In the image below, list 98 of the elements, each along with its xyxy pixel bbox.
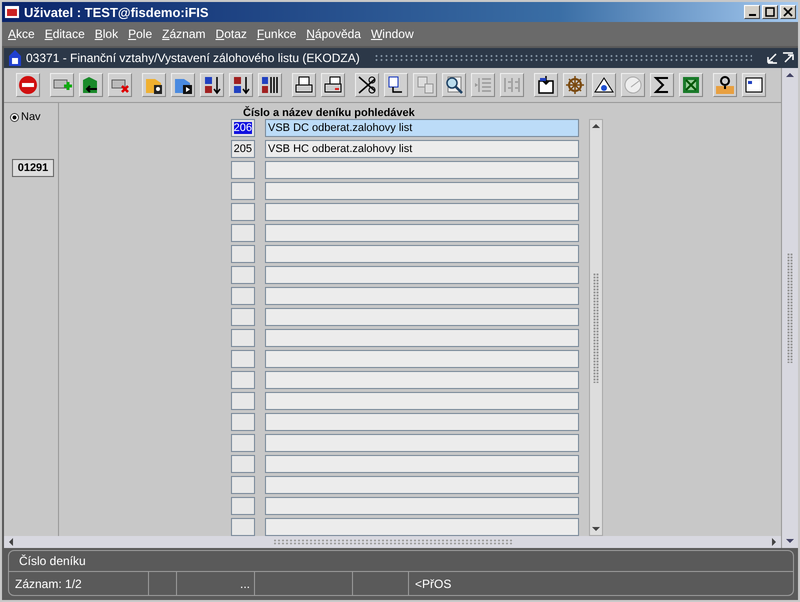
scroll-down-icon[interactable] — [786, 538, 794, 544]
minimize-form-icon[interactable] — [766, 52, 778, 64]
sort-descending-icon[interactable] — [229, 73, 253, 97]
menu-item[interactable]: Blok — [94, 27, 118, 41]
search-icon[interactable] — [442, 73, 466, 97]
help-icon[interactable] — [713, 73, 737, 97]
status-ellipsis: ... — [240, 576, 250, 590]
scroll-right-icon[interactable] — [771, 538, 777, 546]
number-field[interactable] — [231, 455, 255, 473]
number-field[interactable] — [231, 350, 255, 368]
number-field[interactable] — [231, 518, 255, 536]
scissors-icon[interactable] — [355, 73, 379, 97]
run-folder-icon[interactable] — [171, 73, 195, 97]
name-field[interactable] — [265, 329, 579, 347]
number-field[interactable] — [231, 224, 255, 242]
menu-item[interactable]: Funkce — [256, 27, 296, 41]
name-field[interactable] — [265, 518, 579, 536]
name-field[interactable]: VSB HC odberat.zalohovy list — [265, 140, 579, 158]
menu-item[interactable]: Editace — [44, 27, 85, 41]
sort-ascending-icon[interactable] — [200, 73, 224, 97]
name-field[interactable] — [265, 434, 579, 452]
maximize-form-icon[interactable] — [782, 52, 794, 64]
name-field[interactable] — [265, 371, 579, 389]
sort-icon[interactable] — [258, 73, 282, 97]
name-field[interactable] — [265, 245, 579, 263]
minimize-button[interactable] — [744, 5, 760, 19]
name-field[interactable] — [265, 455, 579, 473]
number-field[interactable] — [231, 266, 255, 284]
mode-indicator: <PřOS — [414, 576, 452, 592]
horizontal-scrollbar[interactable] — [4, 536, 781, 548]
maximize-icon — [765, 7, 775, 17]
number-field[interactable] — [231, 203, 255, 221]
query-folder-icon[interactable] — [142, 73, 166, 97]
status-hint: Číslo deníku — [19, 554, 86, 568]
menu-item[interactable]: Akce — [8, 27, 35, 41]
name-field[interactable]: VSB DC odberat.zalohovy list — [265, 119, 579, 137]
menu-item[interactable]: Záznam — [162, 27, 206, 41]
form-title: 03371 - Finanční vztahy/Vystavení zálohového listu (EKODZA) — [26, 51, 360, 65]
columns-icon[interactable] — [500, 73, 524, 97]
record-plus-icon[interactable] — [50, 73, 74, 97]
name-field[interactable] — [265, 203, 579, 221]
name-field[interactable] — [265, 497, 579, 515]
number-field[interactable] — [231, 308, 255, 326]
name-field[interactable] — [265, 182, 579, 200]
sigma-icon[interactable] — [650, 73, 674, 97]
window-icon[interactable] — [742, 73, 766, 97]
vertical-scrollbar[interactable] — [589, 119, 603, 536]
printer-stack-icon[interactable] — [321, 73, 345, 97]
menu-item[interactable]: Pole — [128, 27, 152, 41]
print-icon[interactable] — [292, 73, 316, 97]
name-field[interactable] — [265, 350, 579, 368]
close-button[interactable] — [780, 5, 796, 19]
number-field[interactable] — [231, 413, 255, 431]
paste-icon[interactable] — [413, 73, 437, 97]
number-field[interactable] — [231, 497, 255, 515]
window-title: Uživatel : TEST@fisdemo:iFIS — [24, 4, 210, 20]
scroll-down-icon[interactable] — [592, 526, 600, 532]
scroll-left-icon[interactable] — [8, 538, 14, 546]
number-field[interactable] — [231, 476, 255, 494]
number-field[interactable] — [231, 329, 255, 347]
maximize-button[interactable] — [762, 5, 778, 19]
scroll-up-icon[interactable] — [786, 72, 794, 78]
name-field[interactable] — [265, 287, 579, 305]
nav-radio[interactable]: Nav — [8, 111, 58, 123]
record-delete-icon[interactable] — [108, 73, 132, 97]
name-field[interactable] — [265, 266, 579, 284]
number-field[interactable]: 205 — [231, 140, 255, 158]
name-field[interactable] — [265, 476, 579, 494]
menu-item[interactable]: Window — [370, 27, 414, 41]
number-field[interactable] — [231, 161, 255, 179]
close-icon — [783, 7, 793, 17]
copy-icon[interactable] — [384, 73, 408, 97]
window-scrollbar[interactable] — [781, 68, 798, 548]
name-field[interactable] — [265, 308, 579, 326]
record-code: 01291 — [12, 159, 54, 177]
menu-item[interactable]: Nápověda — [306, 27, 361, 41]
name-field[interactable] — [265, 161, 579, 179]
minimize-icon — [748, 14, 756, 16]
record-counter: Záznam: 1/2 — [9, 572, 149, 595]
number-field[interactable] — [231, 371, 255, 389]
number-field[interactable] — [231, 182, 255, 200]
number-field[interactable]: 206 — [231, 119, 255, 137]
number-field[interactable] — [231, 245, 255, 263]
number-field[interactable] — [231, 392, 255, 410]
scroll-up-icon[interactable] — [592, 123, 600, 129]
number-field[interactable] — [231, 434, 255, 452]
menu-item[interactable]: Dotaz — [216, 27, 247, 41]
number-field[interactable] — [231, 287, 255, 305]
name-field[interactable] — [265, 413, 579, 431]
table-heading: Číslo a název deníku pohledávek — [243, 107, 416, 119]
exit-sign-icon[interactable] — [16, 73, 40, 97]
name-field[interactable] — [265, 392, 579, 410]
name-field[interactable] — [265, 224, 579, 242]
spreadsheet-icon[interactable] — [679, 73, 703, 97]
wheel-icon[interactable] — [563, 73, 587, 97]
building-icon — [8, 50, 22, 66]
app-icon — [4, 4, 20, 20]
indent-icon[interactable] — [471, 73, 495, 97]
